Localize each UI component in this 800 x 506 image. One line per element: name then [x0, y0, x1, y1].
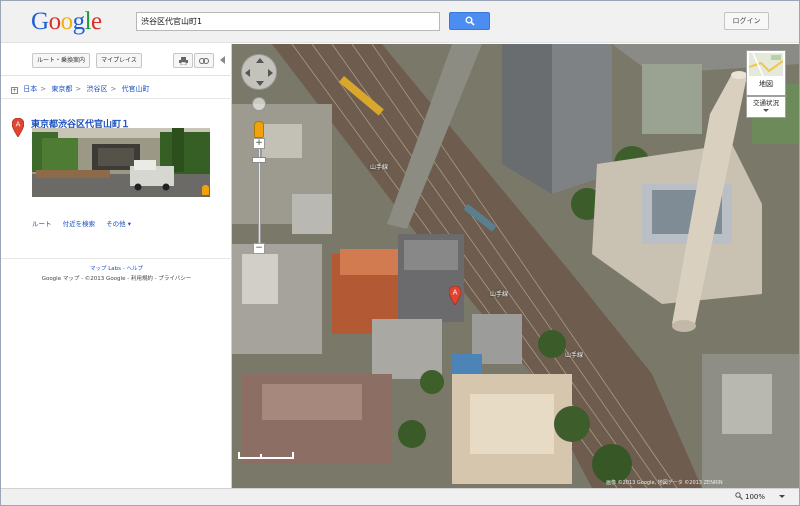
zoom-level-control[interactable]: 100% — [735, 492, 786, 501]
status-bar: 100% — [1, 488, 799, 505]
scale-bar — [238, 452, 294, 466]
breadcrumb: + 日本 > 東京都 > 渋谷区 > 代官山町 — [11, 85, 150, 94]
map-street-label: 山手線 — [565, 352, 584, 359]
pan-control[interactable] — [241, 54, 277, 90]
more-link[interactable]: その他 ▾ — [106, 220, 131, 228]
traffic-label: 交通状況 — [753, 99, 779, 107]
print-icon — [178, 57, 188, 66]
maptype-label: 地図 — [759, 80, 773, 88]
chevron-down-icon — [763, 109, 769, 112]
streetview-pegman-icon — [202, 185, 209, 195]
pegman-icon[interactable] — [254, 121, 264, 138]
breadcrumb-expand-icon[interactable]: + — [11, 87, 18, 94]
breadcrumb-item[interactable]: 東京都 — [51, 85, 72, 93]
map-copyright: 画像 ©2013 Google, 地図データ ©2013 ZENRIN — [606, 480, 723, 486]
nearby-search-link[interactable]: 付近を検索 — [63, 220, 96, 228]
traffic-button[interactable]: 交通状況 — [746, 96, 786, 118]
pan-down-icon[interactable] — [256, 81, 264, 86]
login-button[interactable]: ログイン — [724, 12, 769, 30]
result-marker-icon[interactable]: A — [12, 118, 24, 137]
pan-up-icon[interactable] — [256, 58, 264, 63]
myplaces-button[interactable]: マイプレイス — [96, 53, 142, 68]
map-view[interactable]: 山手線 山手線 山手線 + − 地図 交通状況 A 画像 ©2013 Googl… — [232, 44, 799, 488]
zoom-level-value: 100% — [745, 493, 766, 501]
result-actions: ルート 付近を検索 その他 ▾ — [32, 218, 140, 228]
link-icon — [199, 58, 209, 64]
browser-window: Google ログイン ルート・乗換案内 マイプレイス + 日本> 東京都> 渋… — [0, 0, 800, 506]
breadcrumb-item[interactable]: 代官山町 — [122, 85, 150, 93]
map-street-label: 山手線 — [490, 291, 509, 298]
search-icon — [465, 16, 475, 26]
pan-right-icon[interactable] — [268, 69, 273, 77]
aerial-imagery — [232, 44, 799, 488]
collapse-panel-icon[interactable] — [220, 56, 225, 64]
map-street-label: 山手線 — [370, 164, 389, 171]
magnifier-icon — [735, 492, 743, 500]
breadcrumb-item[interactable]: 渋谷区 — [86, 85, 107, 93]
link-button[interactable] — [194, 53, 214, 68]
map-marker-label: A — [453, 289, 458, 297]
chevron-down-icon[interactable] — [779, 495, 786, 498]
maptype-button[interactable]: 地図 — [746, 50, 786, 96]
divider — [1, 98, 232, 99]
panel-toolbar: ルート・乗換案内 マイプレイス — [1, 44, 232, 76]
left-panel: ルート・乗換案内 マイプレイス + 日本 > 東京都 > 渋谷区 > 代官山町 A 東… — [1, 44, 232, 488]
zoom-slider-handle[interactable] — [252, 157, 266, 163]
search-button[interactable] — [449, 12, 490, 30]
map-thumbnail-icon — [748, 52, 784, 77]
breadcrumb-item[interactable]: 日本 — [23, 85, 37, 93]
pan-left-icon[interactable] — [245, 69, 250, 77]
header: Google ログイン — [1, 1, 799, 43]
zoom-in-button[interactable]: + — [253, 138, 265, 149]
streetview-thumbnail[interactable] — [32, 128, 210, 197]
divider — [1, 258, 232, 259]
print-button[interactable] — [173, 53, 193, 68]
route-link[interactable]: ルート — [32, 220, 52, 228]
result-marker-label: A — [16, 121, 21, 129]
footer-labs-link[interactable]: マップ Labs - ヘルプ — [1, 264, 232, 272]
footer-copyright: Google マップ - ©2013 Google - 利用規約 - プライバシ… — [41, 276, 192, 282]
google-logo[interactable]: Google — [31, 8, 102, 36]
search-input[interactable] — [136, 12, 440, 31]
zoom-out-button[interactable]: − — [253, 243, 265, 254]
route-button[interactable]: ルート・乗換案内 — [32, 53, 90, 68]
map-marker-icon[interactable]: A — [449, 286, 461, 305]
rotate-icon[interactable] — [252, 97, 266, 111]
